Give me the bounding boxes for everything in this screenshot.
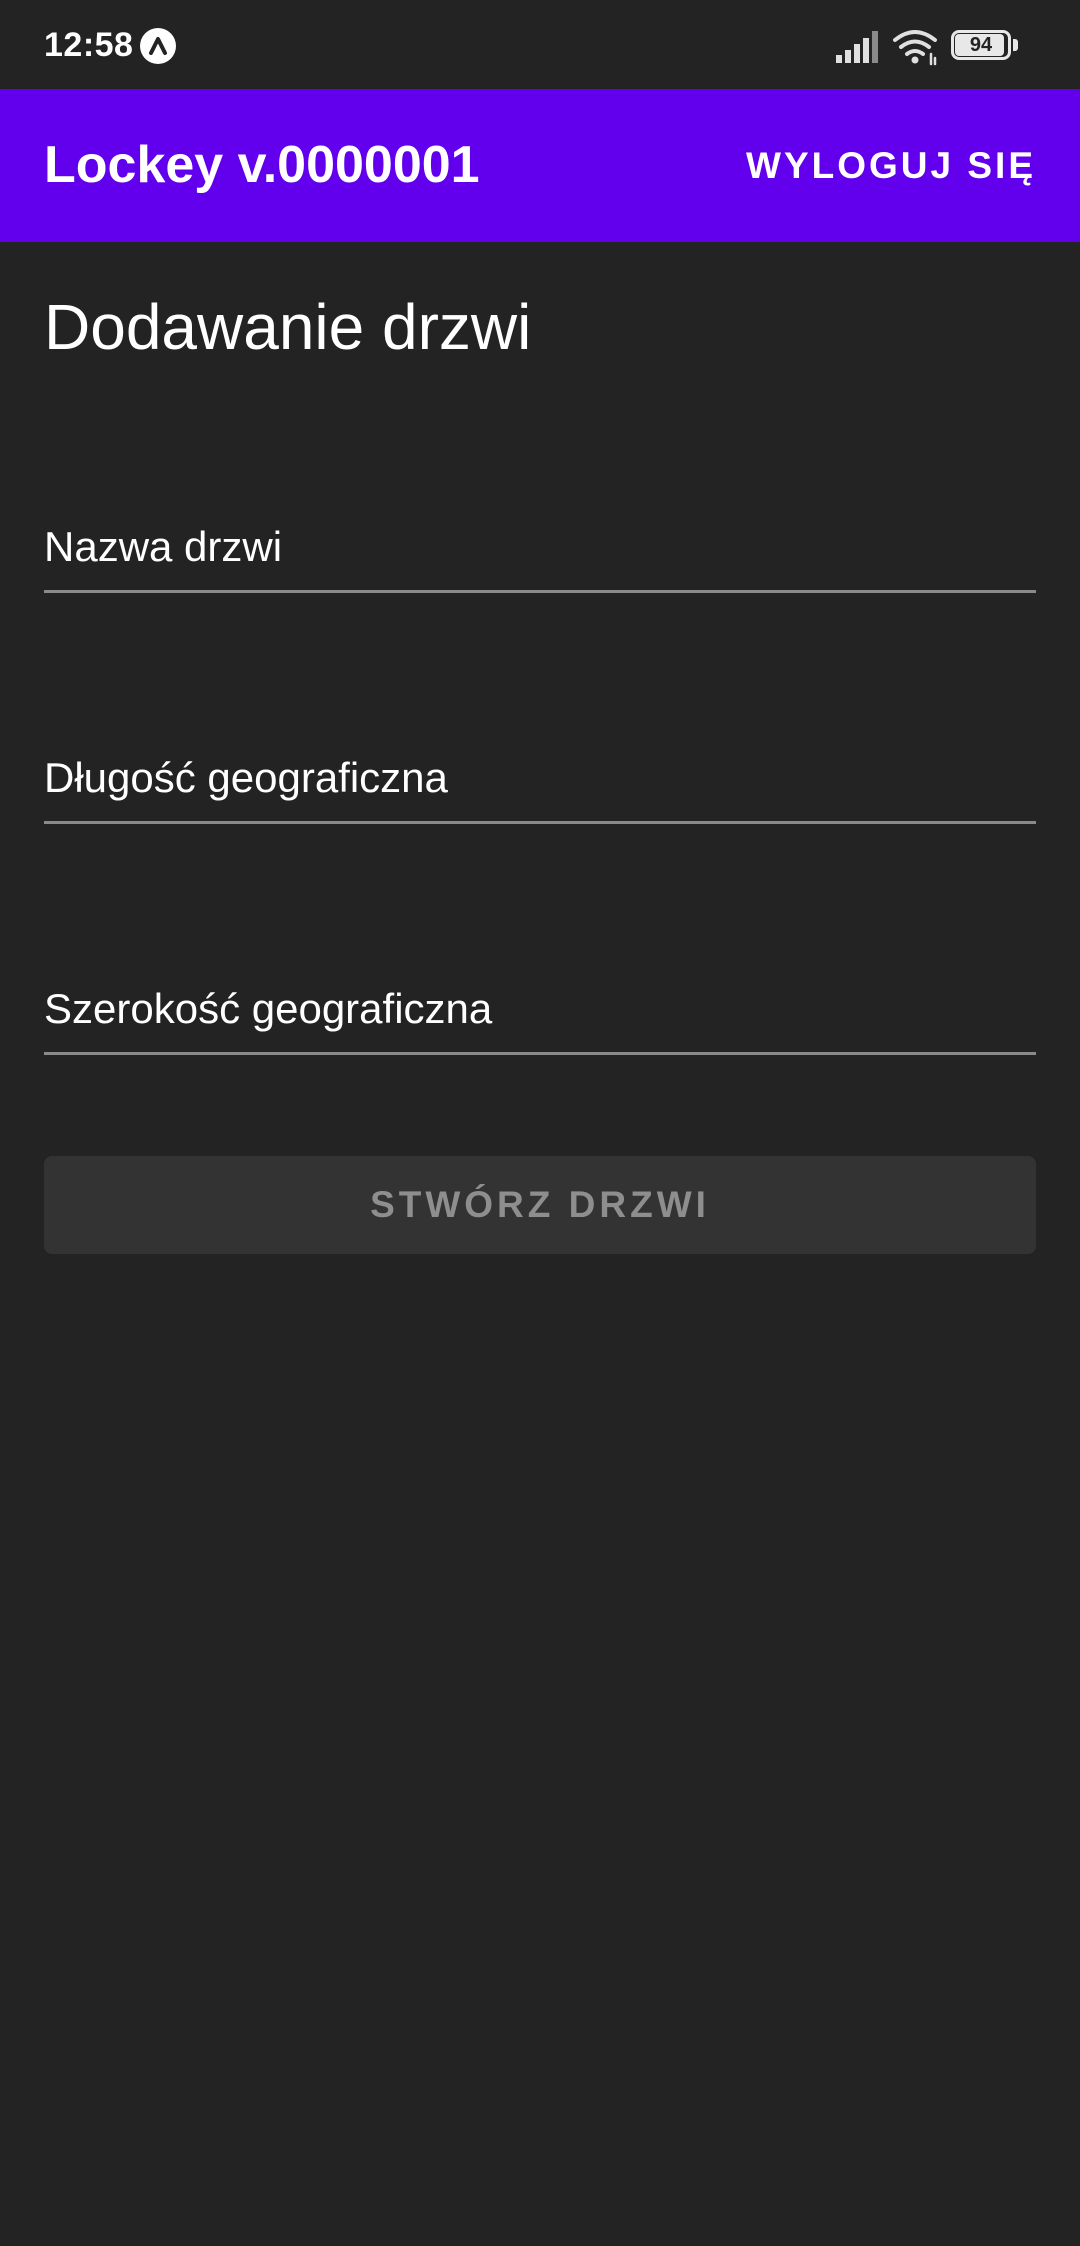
longitude-input[interactable]	[44, 734, 1036, 821]
create-door-button[interactable]: STWÓRZ DRZWI	[44, 1156, 1036, 1254]
status-bar: 12:58 94	[0, 0, 1080, 89]
latitude-field	[44, 965, 1036, 1055]
longitude-field	[44, 734, 1036, 824]
latitude-input[interactable]	[44, 965, 1036, 1052]
logout-button[interactable]: WYLOGUJ SIĘ	[746, 89, 1036, 242]
app-screen: 12:58 94 Lockey v.0000001 WYLOGUJ SIĘ Do…	[0, 0, 1080, 2246]
app-bar: Lockey v.0000001 WYLOGUJ SIĘ	[0, 89, 1080, 242]
app-notification-icon	[140, 28, 176, 64]
status-time: 12:58	[44, 26, 134, 64]
battery-percentage: 94	[969, 34, 993, 56]
wifi-icon	[893, 28, 939, 66]
door-name-field	[44, 503, 1036, 593]
battery-icon: 94	[951, 30, 1021, 64]
signal-icon	[836, 31, 880, 63]
app-title: Lockey v.0000001	[44, 136, 480, 194]
door-name-input[interactable]	[44, 503, 1036, 590]
page-title: Dodawanie drzwi	[44, 291, 532, 363]
